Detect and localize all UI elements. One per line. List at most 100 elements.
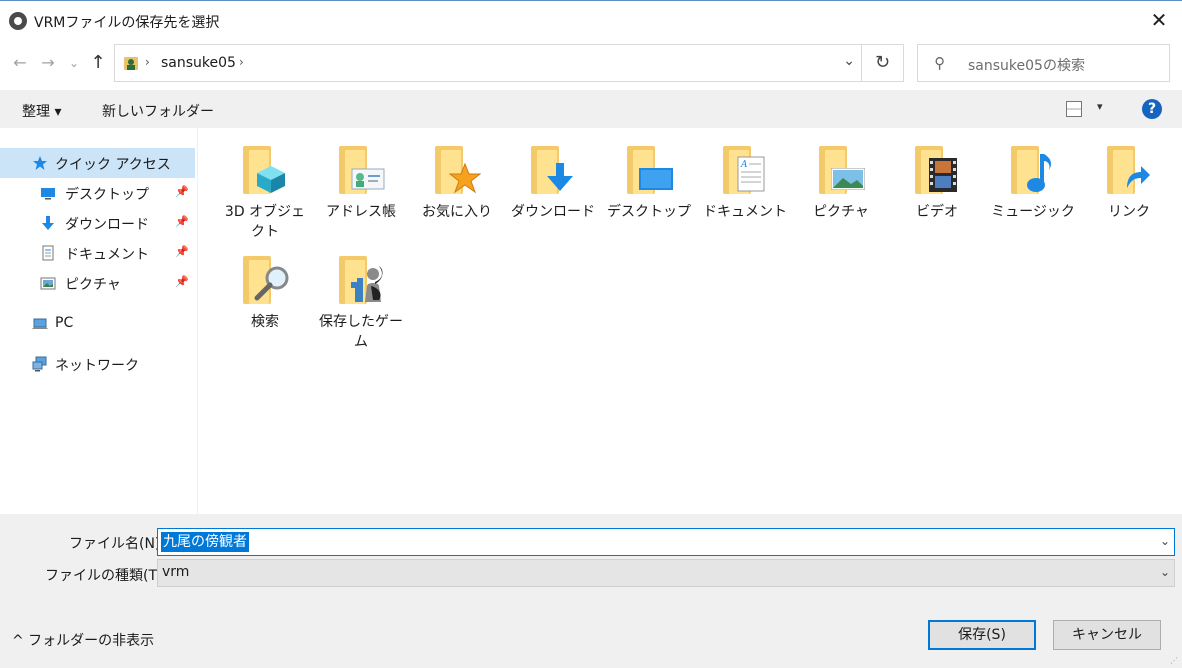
folder-favorites[interactable]: お気に入り	[409, 128, 505, 222]
view-options-icon[interactable]	[1066, 101, 1082, 117]
downloads-folder-icon	[529, 144, 577, 196]
document-icon	[42, 245, 54, 261]
documents-folder-icon: A	[721, 144, 769, 196]
folder-documents[interactable]: A ドキュメント	[697, 128, 793, 222]
folder-label: ダウンロード	[511, 204, 595, 220]
filetype-label: ファイルの種類(T):	[45, 568, 168, 584]
folder-downloads[interactable]: ダウンロード	[505, 128, 601, 222]
star-icon	[33, 156, 47, 170]
breadcrumb-user[interactable]: sansuke05	[161, 55, 236, 71]
filename-label: ファイル名(N):	[69, 536, 166, 552]
sidebar-item-downloads[interactable]: ダウンロード 📌	[0, 208, 195, 238]
close-button[interactable]: ✕	[1146, 7, 1172, 33]
sidebar-item-label: ネットワーク	[55, 358, 139, 374]
help-icon[interactable]: ?	[1142, 99, 1162, 119]
folder-label: 検索	[251, 314, 279, 330]
folder-saved-games[interactable]: 保存したゲーム	[313, 238, 409, 352]
command-bar: 整理 ▾ 新しいフォルダー ▾	[0, 90, 1182, 128]
searches-folder-icon	[241, 254, 289, 306]
search-input[interactable]: sansuke05の検索	[968, 55, 1085, 75]
cancel-button[interactable]: キャンセル	[1053, 620, 1161, 650]
sidebar-item-label: デスクトップ	[65, 187, 149, 203]
sidebar-item-desktop[interactable]: デスクトップ 📌	[0, 178, 195, 208]
sidebar-item-label: PC	[55, 315, 74, 331]
search-icon: ⚲	[934, 54, 945, 72]
sidebar-item-network[interactable]: ネットワーク	[0, 349, 195, 379]
filename-value[interactable]: 九尾の傍観者	[161, 532, 249, 552]
pin-icon: 📌	[175, 185, 189, 198]
breadcrumb-separator[interactable]: ›	[239, 55, 244, 69]
sidebar-item-quick-access[interactable]: クイック アクセス	[0, 148, 195, 178]
folder-label: ピクチャ	[813, 204, 869, 220]
pc-icon	[32, 318, 48, 329]
sidebar-item-label: ピクチャ	[65, 277, 121, 293]
favorites-folder-icon	[433, 144, 481, 196]
download-icon	[42, 216, 54, 230]
folder-label: 3D オブジェクト	[224, 204, 306, 240]
app-icon	[9, 12, 27, 30]
folder-links[interactable]: リンク	[1081, 128, 1177, 222]
save-button[interactable]: 保存(S)	[928, 620, 1036, 650]
search-box[interactable]: ⚲ sansuke05の検索	[917, 44, 1170, 82]
sidebar-item-label: ドキュメント	[65, 247, 149, 263]
address-history-dropdown[interactable]: ⌄	[843, 53, 855, 69]
folder-label: ミュージック	[991, 204, 1075, 220]
folder-contacts[interactable]: アドレス帳	[313, 128, 409, 222]
sidebar-item-label: クイック アクセス	[55, 157, 171, 173]
organize-menu[interactable]: 整理 ▾	[22, 101, 61, 121]
folder-music[interactable]: ミュージック	[985, 128, 1081, 222]
desktop-icon	[41, 188, 55, 200]
picture-icon	[40, 277, 56, 290]
breadcrumb-separator[interactable]: ›	[145, 55, 150, 69]
resize-grip[interactable]: ⋰	[1170, 656, 1178, 665]
navigation-pane: クイック アクセス デスクトップ 📌 ダウンロード 📌 ドキュメント 📌 ピクチ…	[0, 128, 198, 514]
address-bar[interactable]: › sansuke05 › ⌄	[114, 44, 862, 82]
pin-icon: 📌	[175, 275, 189, 288]
filetype-value[interactable]: vrm	[162, 564, 189, 580]
folder-label: デスクトップ	[607, 204, 691, 220]
window-title: VRMファイルの保存先を選択	[34, 15, 220, 31]
file-list: 3D オブジェクト アドレス帳 お気に入り ダウンロード デスクトップ A ドキ…	[199, 128, 1182, 514]
folder-searches[interactable]: 検索	[217, 238, 313, 332]
svg-text:A: A	[740, 160, 748, 170]
up-button[interactable]: ↑	[88, 53, 108, 73]
recent-locations-button[interactable]: ⌄	[64, 53, 84, 73]
folder-videos[interactable]: ビデオ	[889, 128, 985, 222]
folder-3d-objects[interactable]: 3D オブジェクト	[217, 128, 313, 242]
pin-icon: 📌	[175, 215, 189, 228]
forward-button[interactable]: →	[38, 53, 58, 73]
view-dropdown[interactable]: ▾	[1097, 100, 1103, 113]
back-button[interactable]: ←	[10, 53, 30, 73]
pin-icon: 📌	[175, 245, 189, 258]
sidebar-item-documents[interactable]: ドキュメント 📌	[0, 238, 195, 268]
user-folder-icon	[124, 57, 138, 70]
folder-label: お気に入り	[422, 204, 492, 220]
sidebar-item-pictures[interactable]: ピクチャ 📌	[0, 268, 195, 298]
folder-label: アドレス帳	[326, 204, 396, 220]
save-options-panel: ファイル名(N): 九尾の傍観者 ⌄ ファイルの種類(T): vrm ⌄ ^ フ…	[0, 514, 1182, 668]
links-folder-icon	[1105, 144, 1153, 196]
pictures-folder-icon	[817, 144, 865, 196]
3d-objects-folder-icon	[241, 144, 289, 196]
title-bar: VRMファイルの保存先を選択 ✕	[0, 0, 1182, 40]
folder-label: ドキュメント	[703, 204, 787, 220]
filetype-select[interactable]: vrm ⌄	[157, 559, 1175, 587]
new-folder-button[interactable]: 新しいフォルダー	[102, 101, 214, 121]
sidebar-item-label: ダウンロード	[65, 217, 149, 233]
desktop-folder-icon	[625, 144, 673, 196]
videos-folder-icon	[913, 144, 961, 196]
filename-input[interactable]: 九尾の傍観者 ⌄	[157, 528, 1175, 556]
contacts-folder-icon	[337, 144, 385, 196]
hide-folders-toggle[interactable]: ^ フォルダーの非表示	[12, 630, 154, 650]
saved-games-folder-icon	[337, 254, 385, 306]
refresh-button[interactable]: ↻	[862, 44, 904, 82]
chevron-down-icon[interactable]: ⌄	[1160, 565, 1170, 579]
folder-label: ビデオ	[916, 204, 958, 220]
sidebar-item-pc[interactable]: PC	[0, 309, 195, 339]
network-icon	[32, 356, 47, 372]
folder-desktop[interactable]: デスクトップ	[601, 128, 697, 222]
folder-pictures[interactable]: ピクチャ	[793, 128, 889, 222]
chevron-down-icon[interactable]: ⌄	[1160, 534, 1170, 548]
music-folder-icon	[1009, 144, 1057, 196]
folder-label: 保存したゲーム	[319, 314, 403, 350]
